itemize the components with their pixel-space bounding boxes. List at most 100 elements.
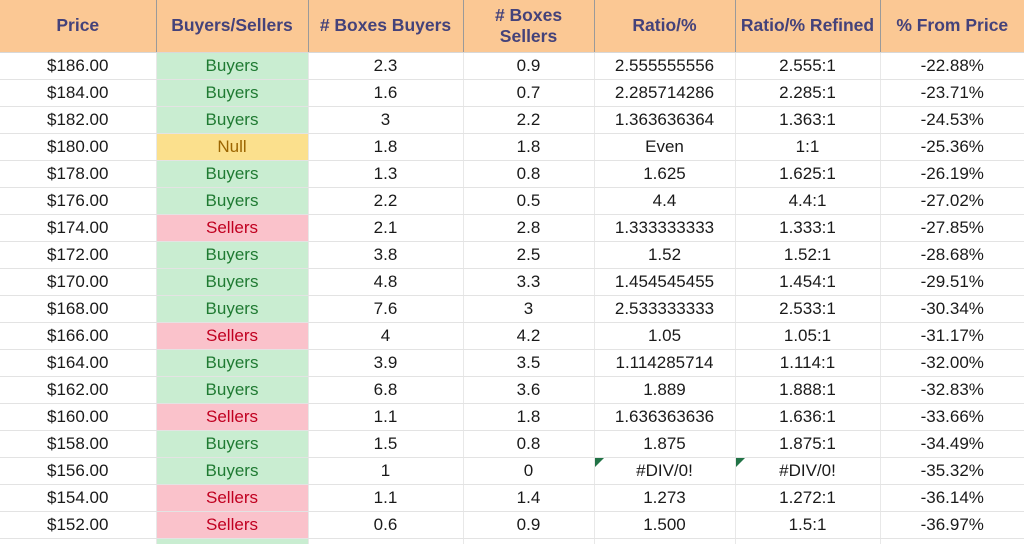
cell-price[interactable]: $174.00 <box>0 214 157 242</box>
cell-ratio[interactable]: 1.333333333 <box>594 214 736 242</box>
column-header-boxes-buyers[interactable]: # Boxes Buyers <box>308 0 464 53</box>
cell-buyers-sellers[interactable]: Buyers <box>156 349 309 377</box>
cell-price[interactable]: $166.00 <box>0 322 157 350</box>
cell-boxes-buyers[interactable]: 0.6 <box>308 511 464 539</box>
cell-boxes-buyers[interactable]: 1.1 <box>308 484 464 512</box>
cell-boxes-sellers[interactable]: 4.2 <box>463 322 595 350</box>
column-header-buyers-sellers[interactable]: Buyers/Sellers <box>156 0 309 53</box>
cell-ratio[interactable]: 1.500 <box>594 511 736 539</box>
cell-ratio-refined[interactable]: 1.454:1 <box>735 268 881 296</box>
column-header-price[interactable]: Price <box>0 0 157 53</box>
cell-boxes-sellers[interactable]: 3 <box>463 295 595 323</box>
cell-boxes-buyers[interactable]: 3 <box>308 106 464 134</box>
column-header-ratio-refined[interactable]: Ratio/% Refined <box>735 0 881 53</box>
cell-pct-from-price[interactable]: -29.51% <box>880 268 1024 296</box>
cell-boxes-buyers[interactable]: 2.3 <box>308 52 464 80</box>
cell-boxes-sellers[interactable]: 1.8 <box>463 403 595 431</box>
cell-boxes-sellers[interactable]: 2.2 <box>463 106 595 134</box>
cell-price[interactable]: $176.00 <box>0 187 157 215</box>
cell-pct-from-price[interactable]: -24.53% <box>880 106 1024 134</box>
cell-boxes-sellers[interactable]: 3.3 <box>463 268 595 296</box>
cell-boxes-sellers[interactable]: 0.5 <box>463 187 595 215</box>
cell-boxes-sellers[interactable]: 1.4 <box>463 484 595 512</box>
cell-price[interactable]: $186.00 <box>0 52 157 80</box>
column-header-boxes-sellers[interactable]: # Boxes Sellers <box>463 0 595 53</box>
cell-ratio-refined[interactable]: 2.285:1 <box>735 79 881 107</box>
cell-buyers-sellers[interactable]: Buyers <box>156 241 309 269</box>
cell-boxes-buyers[interactable]: 3.8 <box>308 241 464 269</box>
column-header-ratio[interactable]: Ratio/% <box>594 0 736 53</box>
cell-boxes-buyers[interactable]: 7.6 <box>308 295 464 323</box>
cell-ratio[interactable]: #DIV/0! <box>594 457 736 485</box>
cell-buyers-sellers[interactable]: Buyers <box>156 79 309 107</box>
cell-buyers-sellers[interactable]: Buyers <box>156 268 309 296</box>
cell-boxes-buyers[interactable]: 2.1 <box>308 214 464 242</box>
cell-boxes-buyers[interactable]: 2.2 <box>308 187 464 215</box>
cell-boxes-buyers[interactable]: 1.6 <box>308 79 464 107</box>
cell-buyers-sellers[interactable]: Sellers <box>156 322 309 350</box>
cell-boxes-sellers[interactable]: 2.8 <box>463 214 595 242</box>
cell-price[interactable]: $154.00 <box>0 484 157 512</box>
cell-boxes-buyers[interactable]: 3.9 <box>308 349 464 377</box>
cell-price[interactable]: $160.00 <box>0 403 157 431</box>
cell-ratio[interactable]: 1.625 <box>594 160 736 188</box>
cell-pct-from-price[interactable]: -34.49% <box>880 430 1024 458</box>
cell-buyers-sellers[interactable]: Buyers <box>156 376 309 404</box>
cell-boxes-sellers[interactable]: 0 <box>463 457 595 485</box>
cell-ratio-refined[interactable]: 1.05:1 <box>735 322 881 350</box>
column-header-pct-from-price[interactable]: % From Price <box>880 0 1024 53</box>
cell-boxes-buyers[interactable]: 1.3 <box>308 160 464 188</box>
cell-boxes-sellers[interactable]: 3.5 <box>463 349 595 377</box>
cell-buyers-sellers[interactable]: Buyers <box>156 187 309 215</box>
cell-ratio-refined[interactable]: 1.625:1 <box>735 160 881 188</box>
cell-ratio[interactable]: 2.555555556 <box>594 52 736 80</box>
cell-boxes-buyers[interactable]: 4.8 <box>308 268 464 296</box>
cell-boxes-sellers[interactable]: 0.9 <box>463 52 595 80</box>
cell-pct-from-price[interactable]: -23.71% <box>880 79 1024 107</box>
cell-ratio-refined[interactable]: 1.875:1 <box>735 430 881 458</box>
cell-price[interactable]: $158.00 <box>0 430 157 458</box>
cell-price[interactable]: $178.00 <box>0 160 157 188</box>
cell-ratio[interactable]: 4.4 <box>594 187 736 215</box>
cell-ratio[interactable]: 2.285714286 <box>594 79 736 107</box>
cell-boxes-buyers[interactable]: 1 <box>308 457 464 485</box>
cell-ratio-refined[interactable]: 1.363:1 <box>735 106 881 134</box>
cell-boxes-buyers[interactable]: 1.5 <box>308 430 464 458</box>
cell-pct-from-price[interactable]: -33.66% <box>880 403 1024 431</box>
cell-boxes-sellers[interactable]: 0.7 <box>463 79 595 107</box>
cell-ratio-refined[interactable]: 1.333:1 <box>735 214 881 242</box>
cell-pct-from-price[interactable]: -22.88% <box>880 52 1024 80</box>
cell-ratio-refined[interactable]: 1.114:1 <box>735 349 881 377</box>
cell-price[interactable]: $170.00 <box>0 268 157 296</box>
cell-boxes-sellers[interactable]: 2.5 <box>463 241 595 269</box>
cell-boxes-sellers[interactable]: 0.9 <box>463 511 595 539</box>
cell-buyers-sellers[interactable]: Buyers <box>156 52 309 80</box>
cell-price[interactable]: $184.00 <box>0 79 157 107</box>
cell-ratio[interactable]: Even <box>594 133 736 161</box>
cell-pct-from-price[interactable]: -28.68% <box>880 241 1024 269</box>
cell-boxes-buyers[interactable]: 1.8 <box>308 133 464 161</box>
cell-buyers-sellers[interactable]: Sellers <box>156 511 309 539</box>
cell-price[interactable]: $182.00 <box>0 106 157 134</box>
cell-boxes-sellers[interactable]: 1.8 <box>463 133 595 161</box>
cell-pct-from-price[interactable]: -31.17% <box>880 322 1024 350</box>
cell-buyers-sellers[interactable]: Buyers <box>156 430 309 458</box>
cell-price[interactable]: $156.00 <box>0 457 157 485</box>
cell-price[interactable]: $164.00 <box>0 349 157 377</box>
cell-ratio[interactable]: 1.636363636 <box>594 403 736 431</box>
cell-price[interactable]: $152.00 <box>0 511 157 539</box>
cell-pct-from-price[interactable]: -26.19% <box>880 160 1024 188</box>
cell-ratio[interactable]: 1.875 <box>594 430 736 458</box>
cell-buyers-sellers[interactable]: Null <box>156 133 309 161</box>
cell-buyers-sellers[interactable]: Buyers <box>156 160 309 188</box>
cell-buyers-sellers[interactable]: Buyers <box>156 106 309 134</box>
cell-pct-from-price[interactable]: -32.83% <box>880 376 1024 404</box>
cell-pct-from-price[interactable]: -32.00% <box>880 349 1024 377</box>
cell-price[interactable]: $172.00 <box>0 241 157 269</box>
cell-ratio[interactable]: 1.889 <box>594 376 736 404</box>
cell-ratio-refined[interactable]: 2.555:1 <box>735 52 881 80</box>
cell-buyers-sellers[interactable]: Buyers <box>156 457 309 485</box>
cell-ratio-refined[interactable]: 1.636:1 <box>735 403 881 431</box>
cell-ratio-refined[interactable]: 1.52:1 <box>735 241 881 269</box>
cell-ratio[interactable]: 1.454545455 <box>594 268 736 296</box>
